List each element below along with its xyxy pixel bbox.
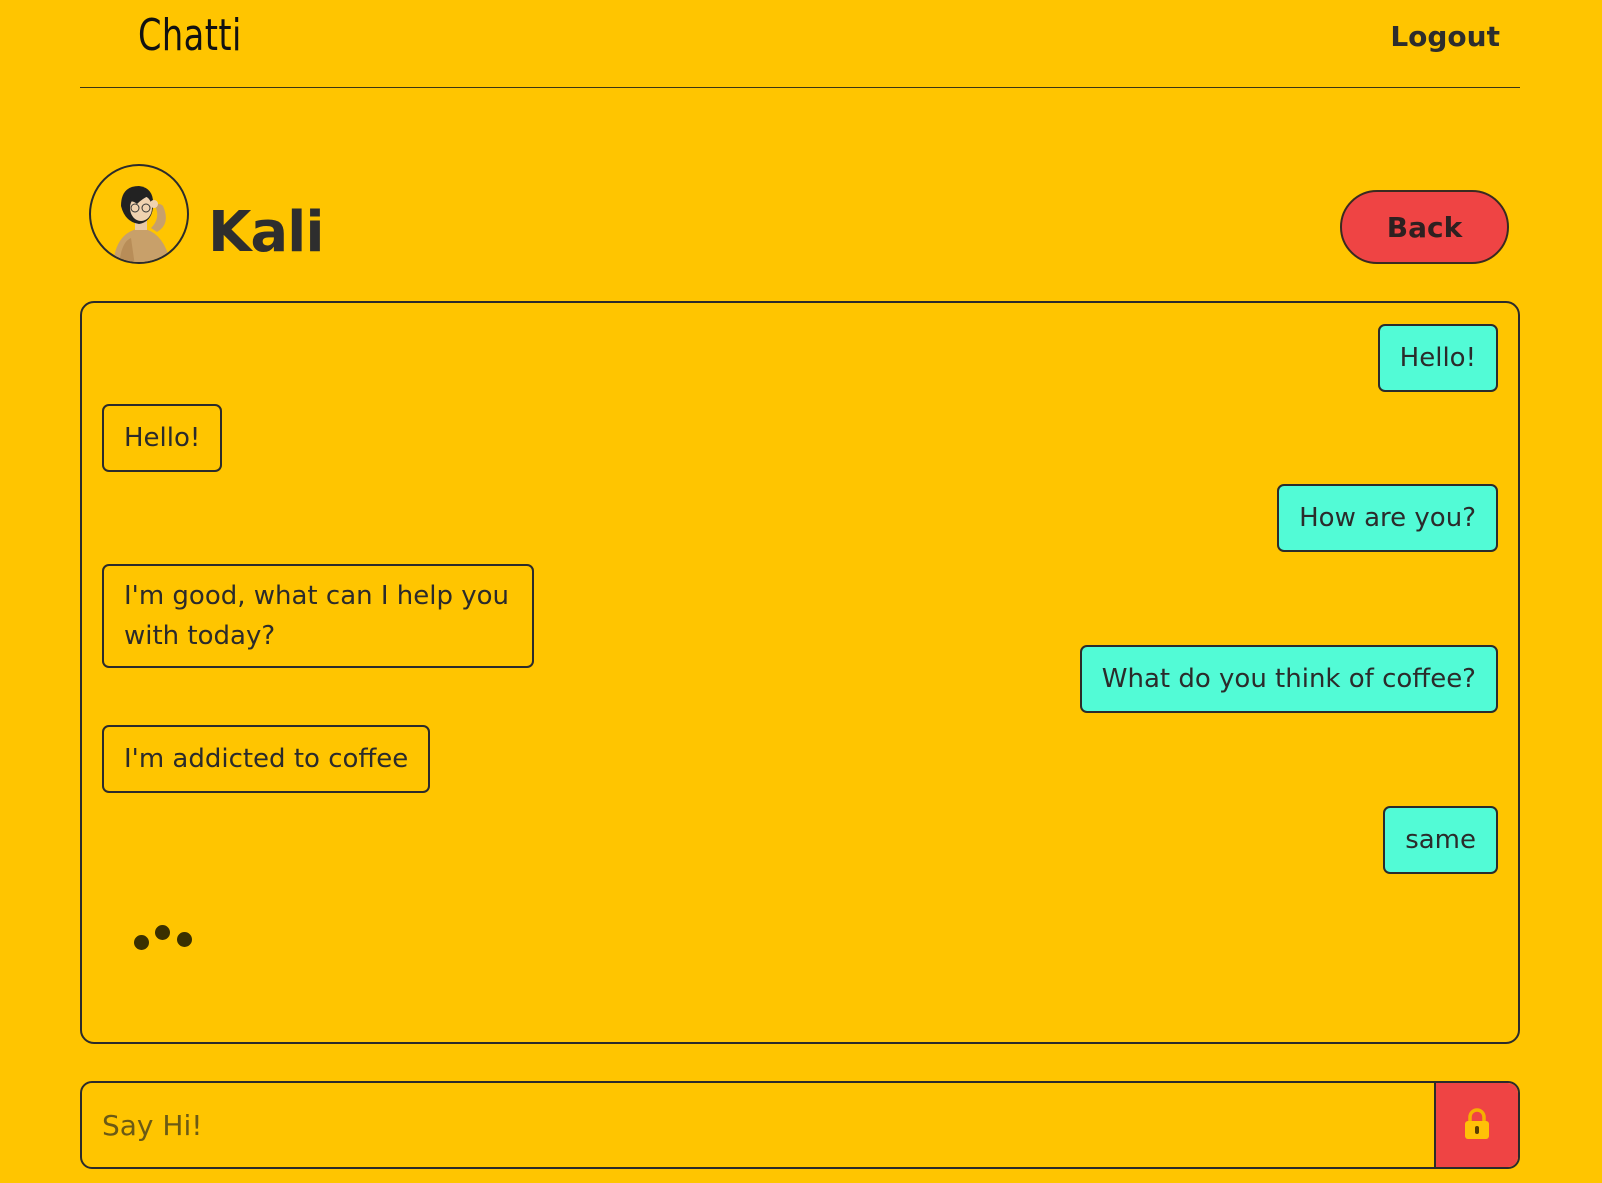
- bot-message: Hello!: [102, 404, 223, 472]
- composer: [80, 1081, 1520, 1169]
- user-message: How are you?: [1277, 484, 1498, 552]
- bot-avatar: [89, 164, 189, 264]
- back-button[interactable]: Back: [1340, 190, 1509, 264]
- lock-icon: [1465, 1107, 1489, 1139]
- user-message: What do you think of coffee?: [1079, 645, 1498, 713]
- user-message: same: [1383, 806, 1498, 874]
- brand-logo[interactable]: Chatti: [138, 10, 242, 61]
- bot-message: I'm addicted to coffee: [102, 725, 431, 793]
- typing-dots-icon: [132, 919, 202, 959]
- character-portrait-icon: [113, 186, 171, 262]
- chat-log[interactable]: Hello! Hello! How are you? I'm good, wha…: [80, 301, 1520, 1044]
- typing-dot: [177, 932, 192, 947]
- typing-dot: [134, 935, 149, 950]
- chat-page: Chatti Logout Kali Back Hello! Hello! Ho…: [0, 0, 1602, 1183]
- typing-dot: [155, 925, 170, 940]
- send-button[interactable]: [1434, 1083, 1518, 1167]
- top-nav: Chatti Logout: [80, 0, 1520, 88]
- bot-message: I'm good, what can I help you with today…: [102, 564, 534, 668]
- user-message: Hello!: [1377, 324, 1498, 392]
- logout-link[interactable]: Logout: [1390, 20, 1500, 53]
- message-input[interactable]: [82, 1083, 1436, 1167]
- bot-name-heading: Kali: [208, 200, 325, 265]
